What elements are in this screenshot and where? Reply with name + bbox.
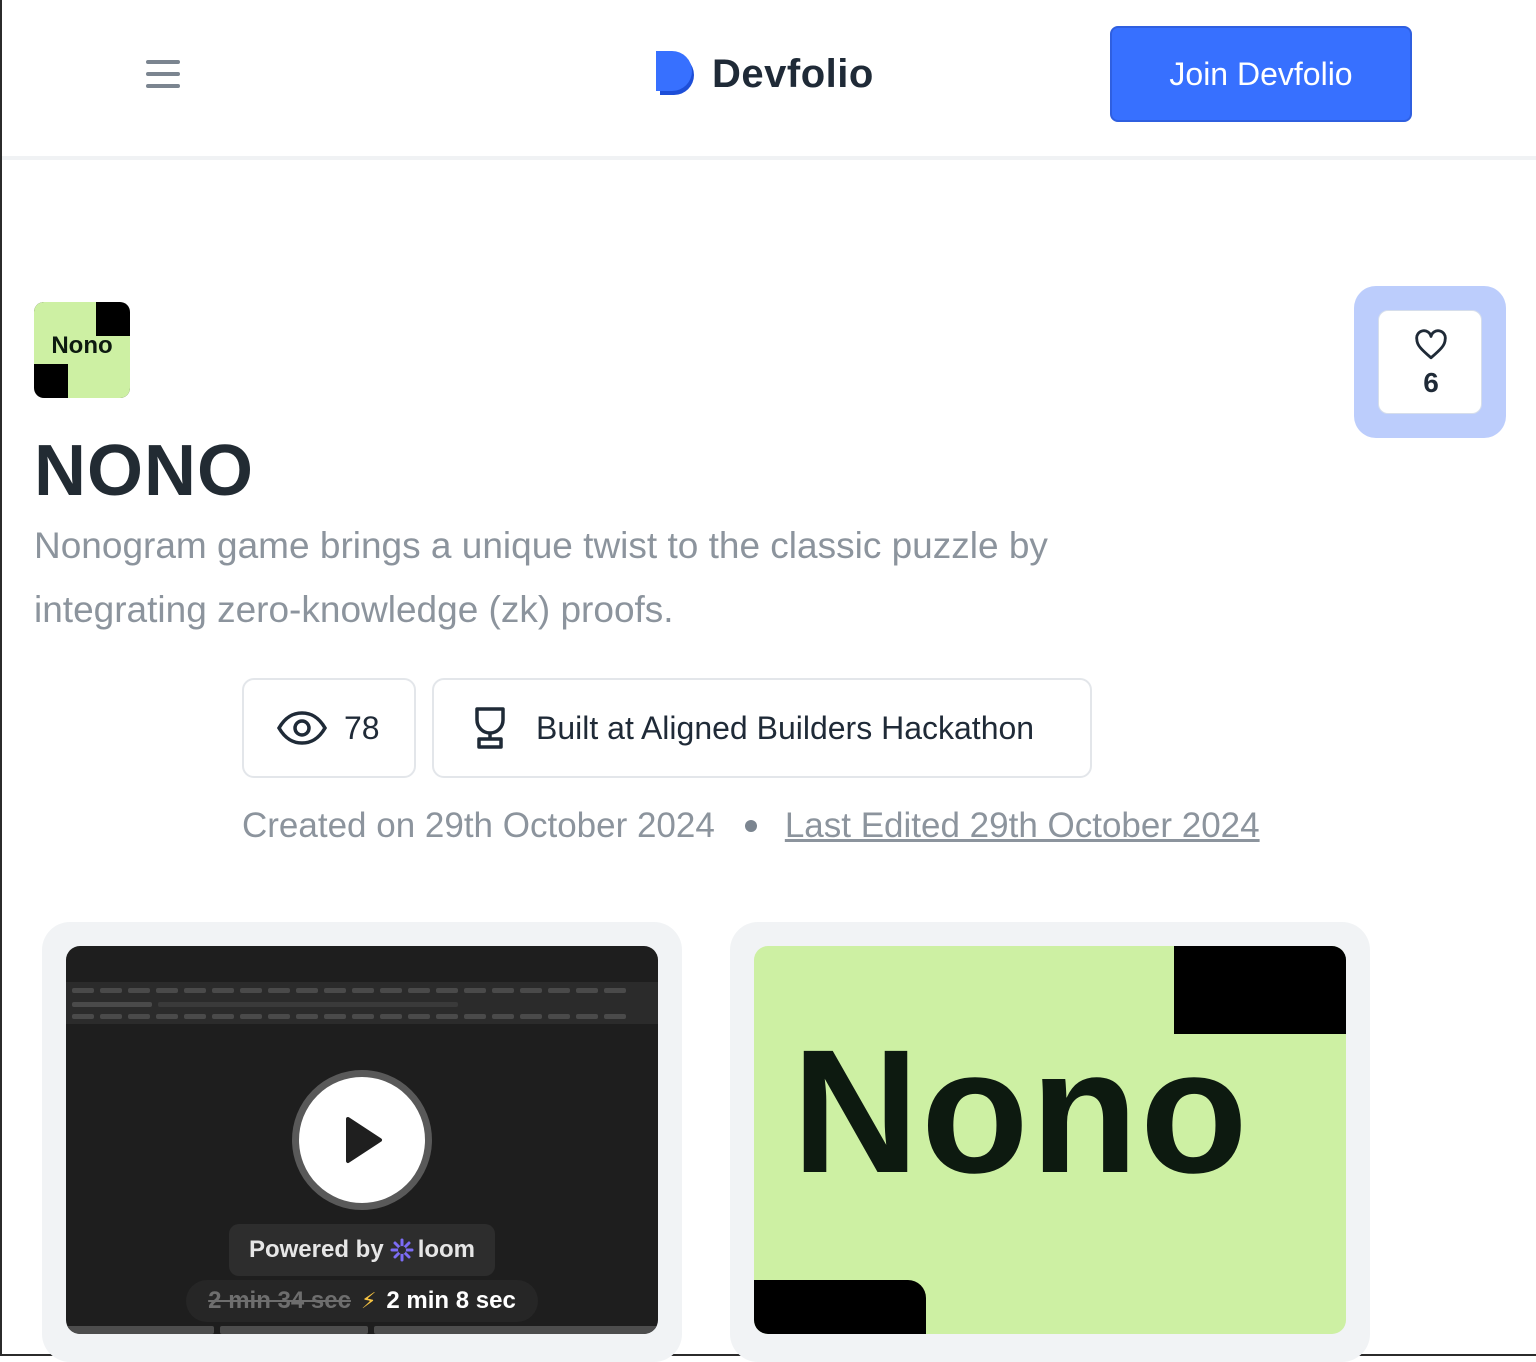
window-border-left (0, 0, 2, 1356)
last-edited-link[interactable]: Last Edited 29th October 2024 (785, 806, 1260, 846)
lightning-icon: ⚡ (360, 1288, 377, 1313)
powered-by-label: Powered by (248, 1236, 384, 1263)
separator-dot (744, 820, 757, 832)
image-card: Nono (730, 922, 1370, 1362)
powered-by-loom-badge[interactable]: Powered by loom (229, 1224, 495, 1276)
brand-name: Devfolio (712, 51, 874, 96)
project-logo-text: Nono (51, 332, 113, 359)
devfolio-logo[interactable]: Devfolio (654, 48, 874, 100)
hackathon-chip[interactable]: Built at Aligned Builders Hackathon (432, 678, 1092, 778)
play-icon (346, 1117, 382, 1163)
project-dates: Created on 29th October 2024 Last Edited… (242, 806, 1260, 846)
loom-brand: loom (417, 1236, 476, 1263)
video-card: Powered by loom 2 min 34 sec ⚡ 2 min 8 s… (42, 922, 682, 1362)
playback-speed-badge: 2 min 34 sec ⚡ 2 min 8 sec (186, 1280, 538, 1322)
devfolio-logo-icon (654, 49, 700, 99)
project-cover-image[interactable]: Nono (754, 946, 1346, 1334)
fast-duration: 2 min 8 sec (386, 1287, 516, 1314)
hackathon-label: Built at Aligned Builders Hackathon (536, 709, 1035, 746)
like-count: 6 (1423, 367, 1439, 398)
views-chip: 78 (242, 678, 416, 778)
project-logo: Nono (34, 302, 130, 398)
hamburger-menu-icon[interactable] (142, 52, 186, 96)
play-button[interactable] (292, 1070, 432, 1210)
eye-icon (276, 711, 328, 745)
view-count: 78 (344, 709, 380, 746)
original-duration: 2 min 34 sec (208, 1287, 351, 1314)
cover-image-text: Nono (792, 1014, 1250, 1210)
trophy-icon (475, 707, 505, 749)
video-progress-bar[interactable] (66, 1326, 658, 1334)
video-thumbnail-browser (66, 982, 658, 1024)
join-devfolio-button[interactable]: Join Devfolio (1110, 26, 1412, 122)
like-button[interactable]: 6 (1378, 310, 1482, 414)
heart-icon (1415, 329, 1447, 360)
project-tagline: Nonogram game brings a unique twist to t… (34, 525, 1048, 630)
top-navbar: Devfolio Join Devfolio (2, 0, 1536, 160)
like-widget: 6 (1354, 286, 1506, 438)
created-date: Created on 29th October 2024 (242, 806, 715, 845)
loom-video-player[interactable]: Powered by loom 2 min 34 sec ⚡ 2 min 8 s… (66, 946, 658, 1334)
project-title: NONO (34, 431, 254, 511)
loom-icon (390, 1238, 414, 1262)
